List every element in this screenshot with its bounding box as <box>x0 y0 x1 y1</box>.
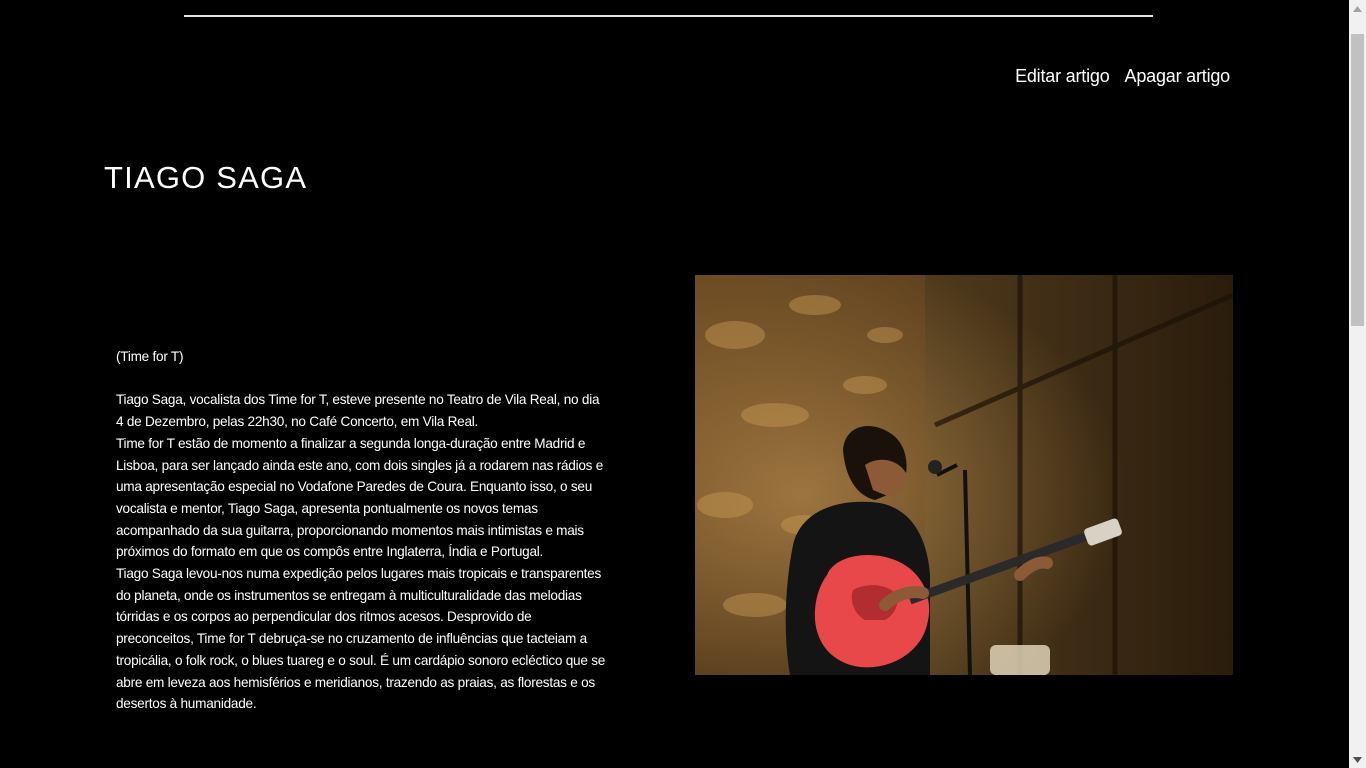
edit-article-link[interactable]: Editar artigo <box>1015 66 1110 87</box>
vertical-scrollbar[interactable] <box>1349 0 1366 768</box>
article-photo <box>695 275 1233 675</box>
scrollbar-thumb[interactable] <box>1351 34 1364 326</box>
article-body: (Time for T) Tiago Saga, vocalista dos T… <box>116 346 606 715</box>
article-actions: Editar artigo Apagar artigo <box>1015 66 1230 87</box>
delete-article-link[interactable]: Apagar artigo <box>1125 66 1231 87</box>
article-paragraph: Time for T estão de momento a finalizar … <box>116 435 604 560</box>
article-paragraph: Tiago Saga, vocalista dos Time for T, es… <box>116 392 600 430</box>
chevron-down-icon[interactable] <box>1349 751 1366 768</box>
header-divider <box>184 15 1153 17</box>
article-title: TIAGO SAGA <box>104 160 308 195</box>
article-paragraph: Tiago Saga levou-nos numa expedição pelo… <box>116 566 606 712</box>
article-subtitle: (Time for T) <box>116 349 184 364</box>
chevron-up-icon[interactable] <box>1349 0 1366 17</box>
